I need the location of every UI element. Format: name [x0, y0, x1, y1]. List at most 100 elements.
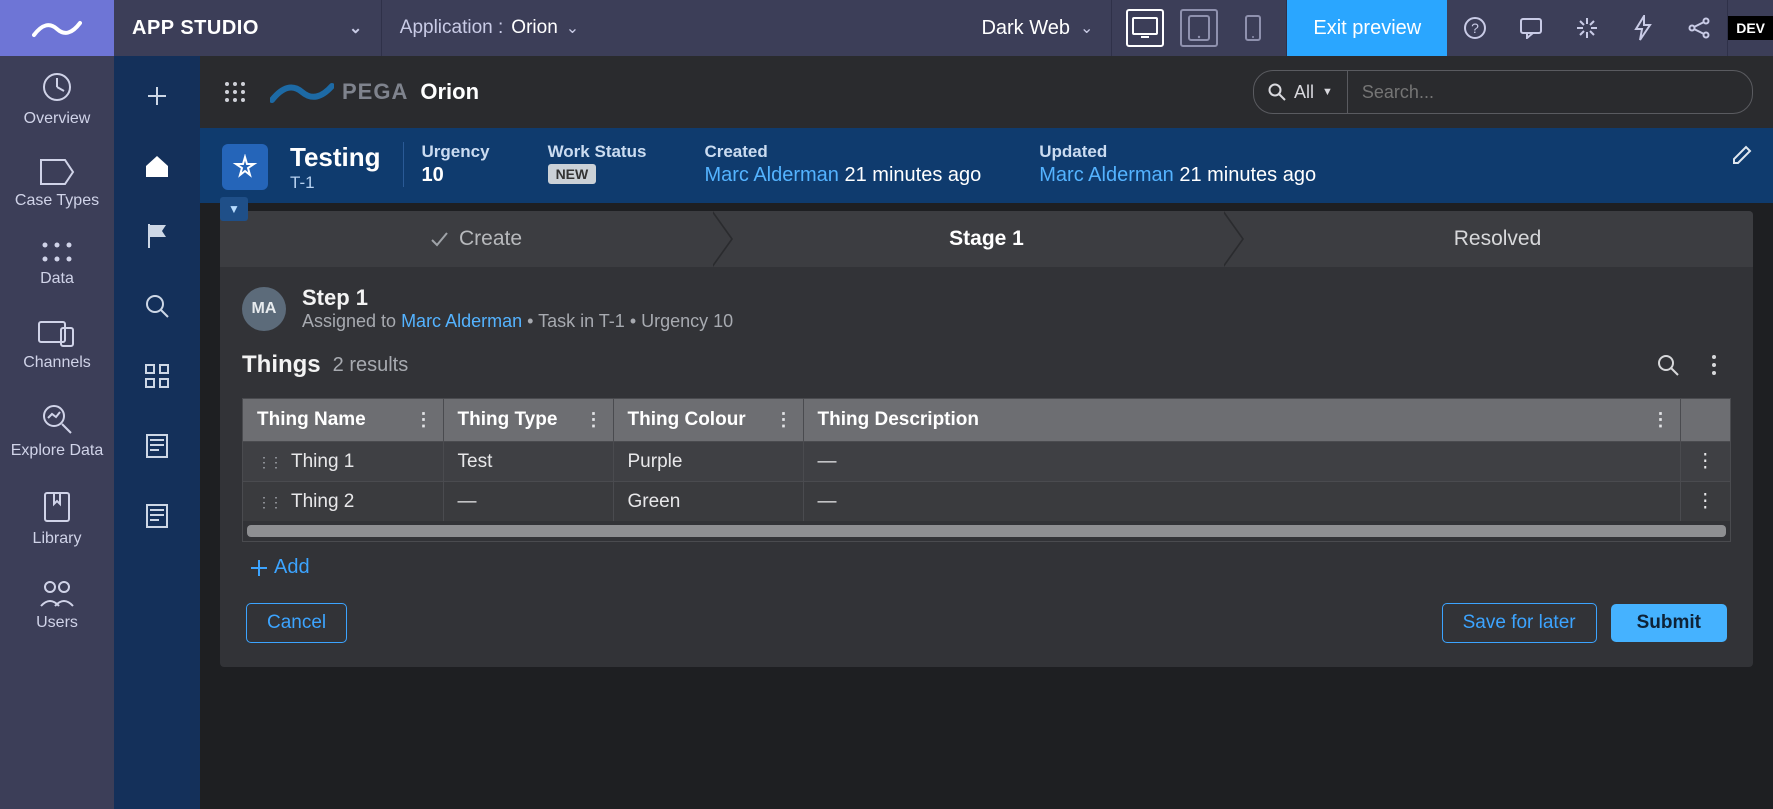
stage-resolved[interactable]: Resolved: [1242, 211, 1753, 267]
row-menu-button[interactable]: ⋮: [1680, 442, 1730, 482]
updated-label: Updated: [1039, 142, 1316, 162]
col-thing-name[interactable]: Thing Name ⋮: [243, 399, 443, 442]
drag-handle-icon[interactable]: ⋮⋮: [257, 454, 281, 471]
svg-text:?: ?: [1471, 20, 1479, 36]
case-id: T-1: [290, 173, 381, 193]
rail-doc1-button[interactable]: [137, 426, 177, 466]
horizontal-scrollbar[interactable]: [247, 525, 1726, 537]
exit-preview-label: Exit preview: [1313, 17, 1421, 40]
share-icon[interactable]: [1671, 0, 1727, 56]
sparkle-icon[interactable]: [1559, 0, 1615, 56]
search-input[interactable]: [1348, 82, 1752, 103]
application-selector[interactable]: Application : Orion ⌄: [382, 17, 597, 39]
device-phone-button[interactable]: [1234, 9, 1272, 47]
case-title-block: Testing T-1: [290, 142, 381, 193]
sidebar-item-case-types[interactable]: Case Types: [0, 154, 114, 214]
help-icon[interactable]: ?: [1447, 0, 1503, 56]
col-menu-icon[interactable]: ⋮: [415, 410, 433, 431]
edit-button[interactable]: [1731, 144, 1753, 166]
work-status-label: Work Status: [548, 142, 647, 162]
action-bar: Cancel Save for later Submit: [220, 593, 1753, 643]
apps-grid-icon[interactable]: [220, 77, 250, 107]
stage-create[interactable]: Create: [220, 211, 731, 267]
things-menu-button[interactable]: [1697, 348, 1731, 382]
cell-type: —: [443, 482, 613, 522]
rail-new-button[interactable]: [137, 76, 177, 116]
chevron-down-icon: ⌄: [349, 18, 363, 38]
sidebar-item-explore-data[interactable]: Explore Data: [0, 398, 114, 464]
table-row[interactable]: ⋮⋮Thing 1 Test Purple — ⋮: [243, 442, 1730, 482]
created-time: 21 minutes ago: [845, 164, 982, 186]
col-label: Thing Type: [458, 409, 558, 430]
cell-description: —: [803, 442, 1680, 482]
search-scope-selector[interactable]: All ▼: [1254, 71, 1348, 113]
chevron-down-icon: ⌄: [1080, 18, 1093, 38]
global-search[interactable]: All ▼: [1253, 70, 1753, 114]
bolt-icon[interactable]: [1615, 0, 1671, 56]
plus-icon: [250, 559, 268, 577]
sidebar-item-channels[interactable]: Channels: [0, 314, 114, 376]
col-thing-colour[interactable]: Thing Colour⋮: [613, 399, 803, 442]
exit-preview-button[interactable]: Exit preview: [1287, 0, 1447, 56]
device-desktop-button[interactable]: [1126, 9, 1164, 47]
app-studio-menu[interactable]: APP STUDIO ⌄: [114, 17, 381, 40]
sidebar-item-label: Explore Data: [11, 442, 104, 460]
col-thing-type[interactable]: Thing Type ⋮: [443, 399, 613, 442]
case-header: Testing T-1 Urgency 10 Work Status NEW C…: [200, 128, 1773, 203]
stage-label: Stage 1: [949, 227, 1024, 251]
add-row-button[interactable]: Add: [220, 542, 1753, 593]
row-menu-button[interactable]: ⋮: [1680, 482, 1730, 522]
sidebar-item-label: Overview: [24, 110, 91, 128]
col-menu-icon[interactable]: ⋮: [1652, 410, 1670, 431]
sidebar-item-overview[interactable]: Overview: [0, 66, 114, 132]
add-label: Add: [274, 556, 310, 579]
things-table: Thing Name ⋮ Thing Type ⋮ Thing Colour⋮ Th…: [242, 398, 1731, 542]
chevron-down-icon: ▼: [1322, 86, 1333, 98]
sidebar-item-data[interactable]: Data: [0, 236, 114, 292]
step-title: Step 1: [302, 285, 733, 311]
rail-home-button[interactable]: [137, 146, 177, 186]
device-tablet-button[interactable]: [1180, 9, 1218, 47]
sidebar-item-label: Case Types: [15, 192, 99, 210]
col-label: Thing Name: [257, 409, 366, 430]
cell-colour: Green: [613, 482, 803, 522]
case-icon: [222, 144, 268, 190]
submit-button[interactable]: Submit: [1611, 604, 1727, 642]
step-header: MA Step 1 Assigned to Marc Alderman • Ta…: [220, 267, 1753, 338]
rail-search-button[interactable]: [137, 286, 177, 326]
col-thing-description[interactable]: Thing Description⋮: [803, 399, 1680, 442]
theme-label: Dark Web: [981, 17, 1070, 40]
meta-created: Created Marc Alderman 21 minutes ago: [686, 142, 999, 187]
stage-stage1[interactable]: Stage 1: [731, 211, 1242, 267]
things-title: Things: [242, 351, 321, 379]
assigned-user-link[interactable]: Marc Alderman: [401, 311, 522, 331]
chevron-down-icon: ⌄: [566, 18, 579, 38]
things-search-button[interactable]: [1651, 348, 1685, 382]
cell-name: Thing 2: [291, 491, 354, 512]
sidebar-item-users[interactable]: Users: [0, 574, 114, 636]
theme-selector[interactable]: Dark Web ⌄: [963, 17, 1111, 40]
cancel-button[interactable]: Cancel: [246, 603, 347, 643]
left-sidebar: Overview Case Types Data Channels Explor…: [0, 56, 114, 809]
col-menu-icon[interactable]: ⋮: [775, 410, 793, 431]
sep: •: [625, 311, 641, 331]
save-for-later-button[interactable]: Save for later: [1442, 603, 1597, 643]
step-subtitle: Assigned to Marc Alderman • Task in T-1 …: [302, 311, 733, 332]
pega-brand: PEGA Orion: [270, 78, 479, 106]
col-actions: [1680, 399, 1730, 442]
app-header: PEGA Orion All ▼: [200, 56, 1773, 128]
col-menu-icon[interactable]: ⋮: [585, 410, 603, 431]
case-title: Testing: [290, 142, 381, 173]
sep: •: [522, 311, 538, 331]
rail-apps-button[interactable]: [137, 356, 177, 396]
search-icon: [1268, 83, 1286, 101]
updated-user-link[interactable]: Marc Alderman: [1039, 164, 1174, 186]
drag-handle-icon[interactable]: ⋮⋮: [257, 494, 281, 511]
table-row[interactable]: ⋮⋮Thing 2 — Green — ⋮: [243, 482, 1730, 522]
chat-icon[interactable]: [1503, 0, 1559, 56]
rail-doc2-button[interactable]: [137, 496, 177, 536]
created-user-link[interactable]: Marc Alderman: [704, 164, 839, 186]
sidebar-item-library[interactable]: Library: [0, 486, 114, 552]
rail-flag-button[interactable]: [137, 216, 177, 256]
main-area: PEGA Orion All ▼ Testing T-1: [200, 56, 1773, 809]
